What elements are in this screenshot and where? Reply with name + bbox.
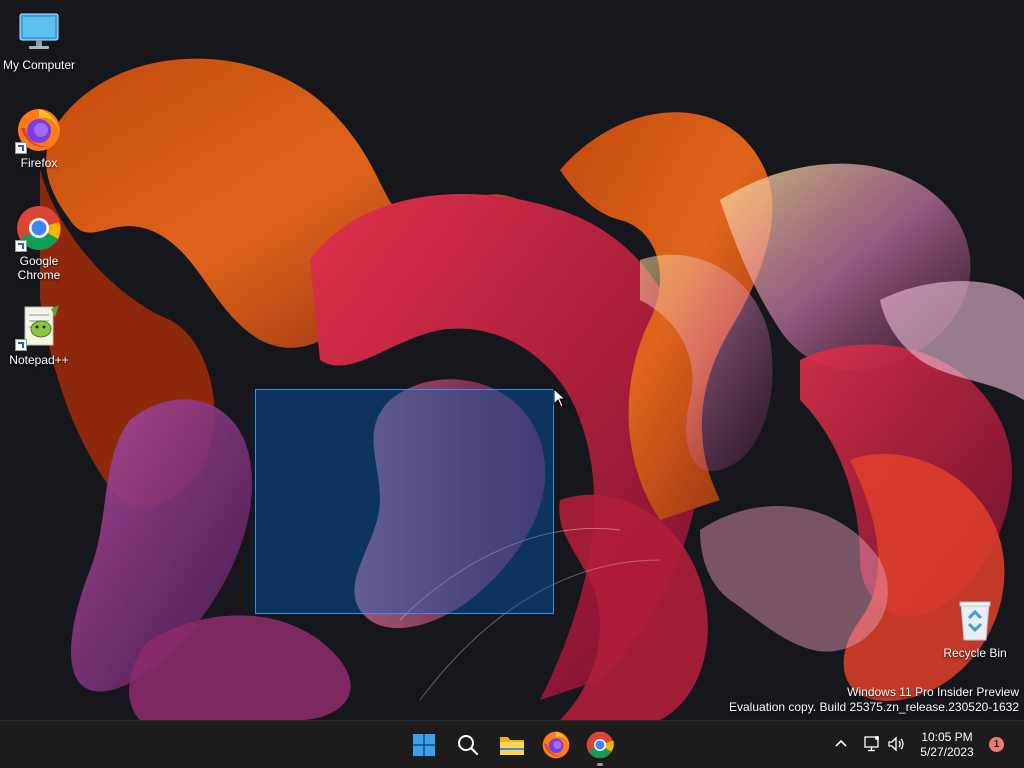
taskbar-file-explorer-button[interactable] (496, 729, 528, 761)
desktop-icon-chrome[interactable]: Google Chrome (1, 204, 77, 282)
chrome-icon (15, 204, 63, 252)
clock-date: 5/27/2023 (920, 745, 974, 759)
computer-icon (15, 8, 63, 56)
notification-badge[interactable]: 1 (989, 737, 1004, 752)
clock-time: 10:05 PM (921, 730, 973, 744)
volume-icon (888, 736, 904, 752)
chrome-running-indicator (597, 763, 603, 766)
chevron-up-icon (835, 739, 847, 747)
windows-start-icon (413, 734, 435, 756)
taskbar-clock[interactable]: 10:05 PM 5/27/2023 (912, 730, 982, 760)
taskbar-search-button[interactable] (452, 729, 484, 761)
desktop-selection-rectangle (255, 389, 554, 614)
recycle-bin-icon (951, 596, 999, 644)
taskbar-chrome-button[interactable] (584, 729, 616, 761)
desktop-icon-firefox[interactable]: Firefox (1, 106, 77, 170)
chrome-icon (586, 731, 614, 759)
desktop-icon-recycle-bin[interactable]: Recycle Bin (937, 596, 1013, 660)
search-icon (458, 735, 479, 756)
taskbar-firefox-button[interactable] (540, 729, 572, 761)
desktop-icon-label: Notepad++ (9, 353, 69, 367)
network-icon (864, 736, 879, 752)
taskbar-start-button[interactable] (408, 729, 440, 761)
desktop-icon-label: Google Chrome (17, 254, 61, 282)
desktop-icon-label: My Computer (2, 58, 76, 72)
shortcut-arrow-icon (15, 339, 27, 351)
tray-network-button[interactable] (862, 734, 882, 759)
mouse-cursor-icon (553, 388, 567, 408)
shortcut-arrow-icon (15, 240, 27, 252)
folder-icon (500, 737, 524, 755)
desktop-icon-label: Firefox (20, 156, 58, 170)
firefox-icon (542, 731, 570, 759)
desktop-icon-label: Recycle Bin (943, 646, 1007, 660)
notepadpp-icon (15, 303, 63, 351)
taskbar: 10:05 PM 5/27/2023 1 (0, 720, 1024, 768)
watermark-line-1: Windows 11 Pro Insider Preview (847, 685, 1019, 699)
desktop-icon-notepadpp[interactable]: Notepad++ (1, 303, 77, 367)
desktop-icon-my-computer[interactable]: My Computer (1, 8, 77, 72)
shortcut-arrow-icon (15, 142, 27, 154)
evaluation-watermark: Windows 11 Pro Insider Preview Evaluatio… (729, 685, 1019, 715)
watermark-line-2: Evaluation copy. Build 25375.zn_release.… (729, 700, 1019, 714)
firefox-icon (15, 106, 63, 154)
tray-overflow-button[interactable] (832, 735, 850, 758)
tray-volume-button[interactable] (886, 734, 906, 759)
